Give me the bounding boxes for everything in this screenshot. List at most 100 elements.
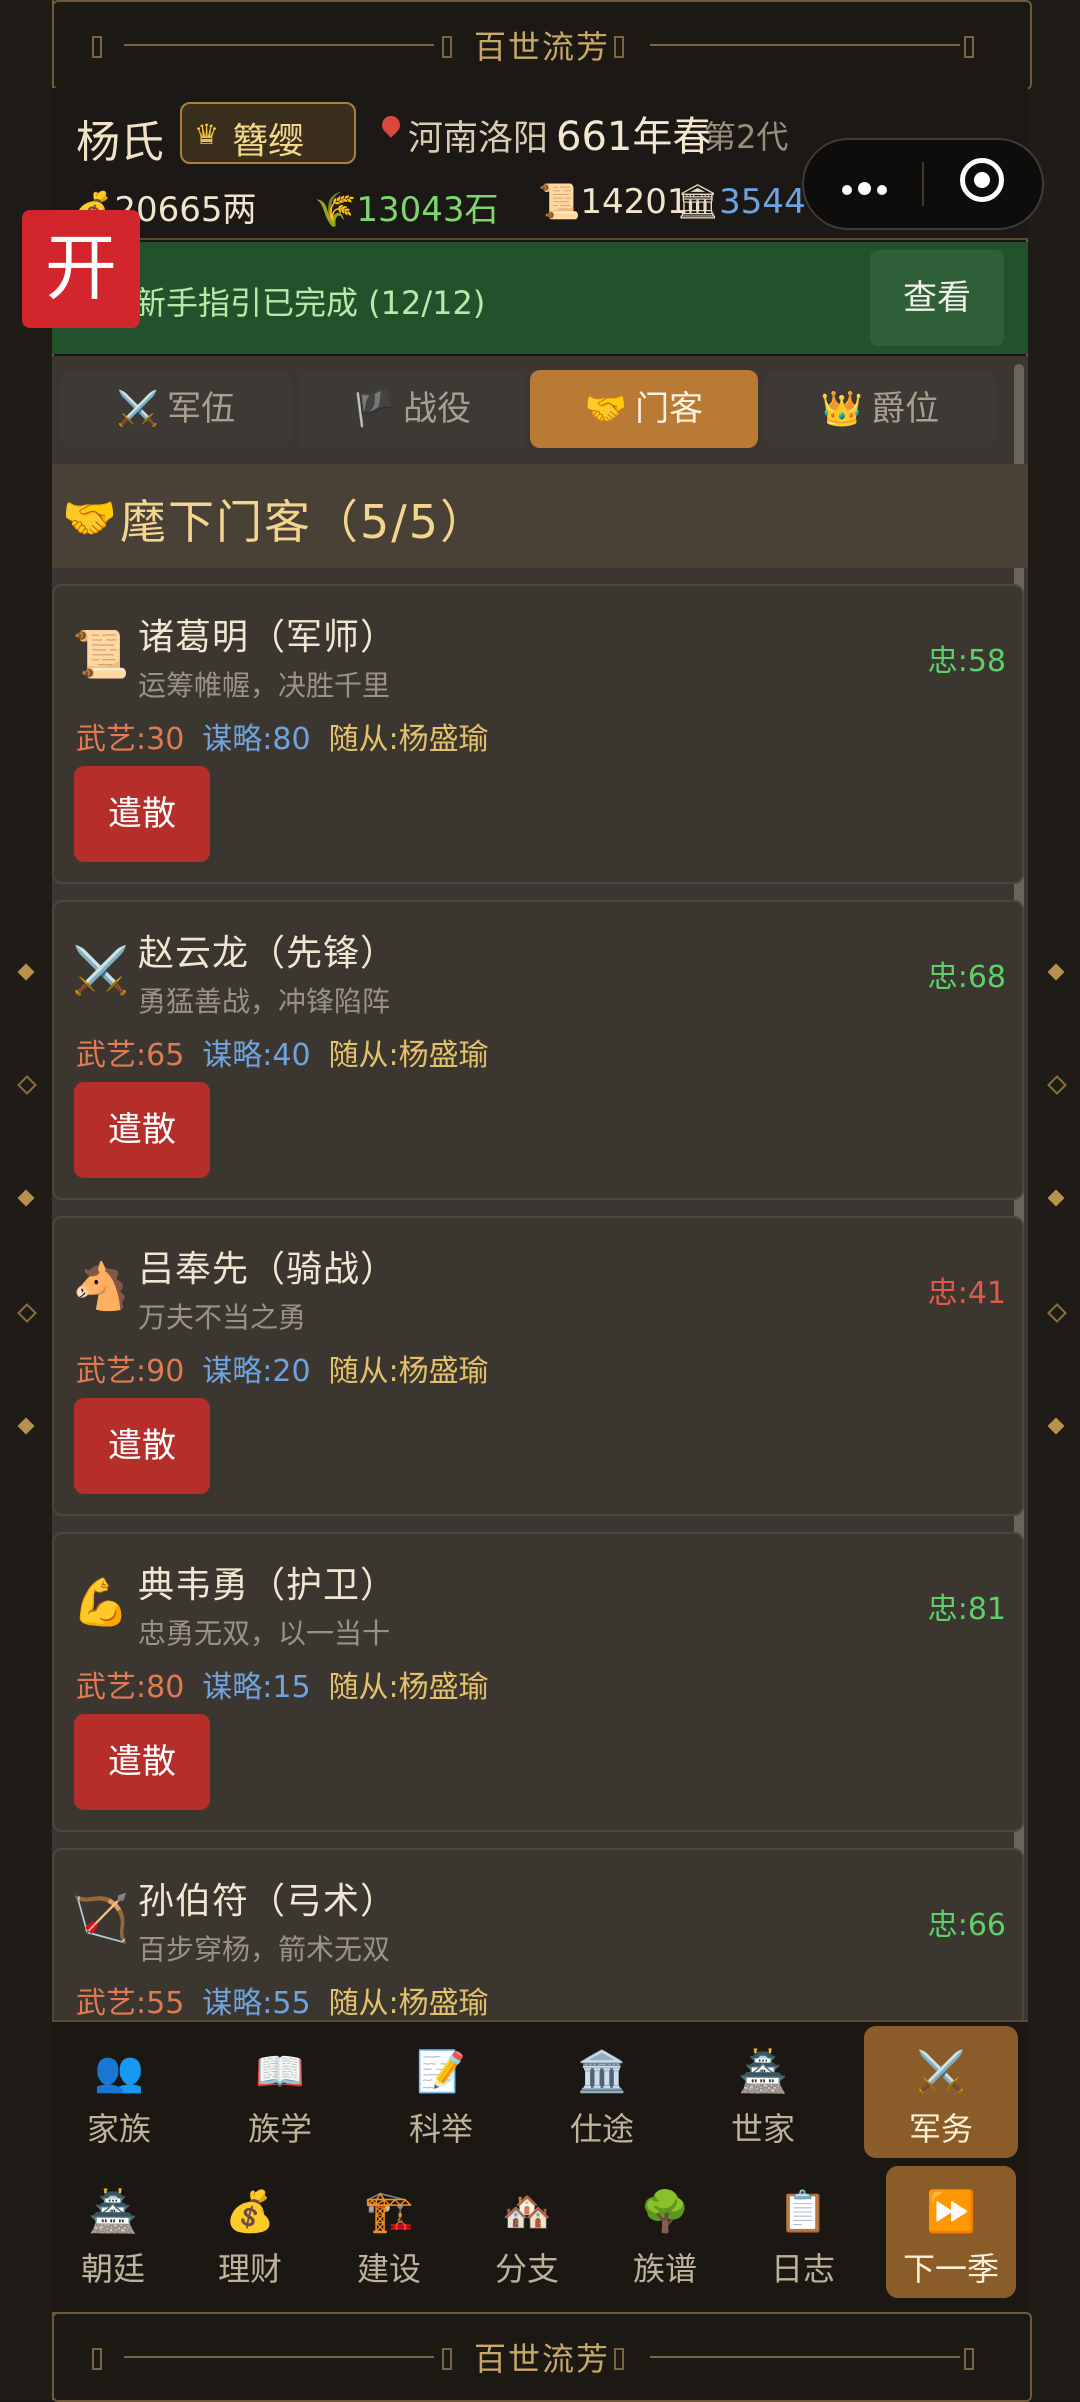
dismiss-button[interactable]: 遣散 [74, 1398, 210, 1494]
follower-stat: 随从:杨盛瑜 [328, 1038, 489, 1073]
martial-stat: 武艺:30 [76, 722, 185, 757]
nav-label: 下一季 [902, 2250, 999, 2288]
retainer-description: 运筹帷幄，决胜千里 [138, 669, 391, 702]
retainer-name: 赵云龙（先锋） [138, 933, 398, 974]
scroll-icon: 📜 [538, 182, 581, 222]
tab-titles[interactable]: 👑 爵位 [766, 370, 994, 448]
rail-diamond [17, 963, 35, 981]
rail-diamond [1047, 1417, 1065, 1435]
nav-noble-houses[interactable]: 🏯 世家 [698, 2026, 828, 2158]
crossed-swords-icon: ⚔️ [916, 2049, 966, 2095]
location-label: 河南洛阳 [408, 119, 549, 159]
nav-label: 世家 [730, 2110, 795, 2148]
next-season-button[interactable]: ⏩ 下一季 [886, 2166, 1016, 2298]
nav-officialdom[interactable]: 🏛️ 仕途 [537, 2026, 667, 2158]
right-rail [1026, 0, 1080, 2400]
classical-building-icon: 🏛️ [577, 2049, 627, 2095]
year-label: 661年春 [556, 114, 713, 160]
retainer-name: 诸葛明（军师） [138, 617, 398, 658]
nav-branches[interactable]: 🏘️ 分支 [462, 2166, 592, 2298]
bottom-navigation: 👥 家族 📖 族学 📝 科举 🏛️ 仕途 🏯 世家 ⚔️ 军务 🏯 朝廷 💰 理财 🏗️ 建设 🏘… [52, 2020, 1028, 2314]
rail-diamond [1047, 963, 1065, 981]
retainer-card: 💪 典韦勇（护卫） 忠勇无双，以一当十 忠:81 武艺:80 谋略:15 随从:杨盛… [52, 1532, 1024, 1832]
rank-badge[interactable]: ♛ 簪缨 [180, 102, 356, 164]
floating-open-button[interactable]: 开 [22, 210, 140, 328]
close-target-icon[interactable] [960, 158, 1004, 202]
nav-genealogy[interactable]: 🌳 族谱 [600, 2166, 730, 2298]
family-header: 杨氏 ♛ 簪缨 河南洛阳 661年春 第2代 💰20665两 🌾13043石 📜… [52, 88, 1044, 240]
castle-icon: 🏯 [738, 2049, 788, 2095]
nav-label: 科举 [408, 2110, 473, 2148]
nav-log[interactable]: 📋 日志 [738, 2166, 868, 2298]
tab-label: 战役 [403, 389, 472, 429]
crown-icon: 👑 [820, 389, 864, 429]
guide-status-text: 新手指引已完成 (12/12) [134, 284, 486, 322]
nav-military[interactable]: ⚔️ 军务 [864, 2026, 1018, 2158]
bottom-banner: 百世流芳 [52, 2312, 1032, 2402]
handshake-icon: 🤝 [584, 389, 628, 429]
banner-cap [964, 36, 974, 58]
miniprogram-capsule [802, 138, 1044, 230]
nav-finance[interactable]: 💰 理财 [185, 2166, 315, 2298]
retainer-description: 万夫不当之勇 [138, 1301, 307, 1334]
dismiss-button[interactable]: 遣散 [74, 1082, 210, 1178]
open-book-icon: 📖 [255, 2049, 305, 2095]
martial-stat: 武艺:55 [76, 1986, 185, 2021]
nav-label: 族谱 [632, 2250, 697, 2288]
nav-court[interactable]: 🏯 朝廷 [48, 2166, 178, 2298]
martial-stat: 武艺:80 [76, 1670, 185, 1705]
retainers-section-header: 🤝 麾下门客（5/5） [52, 464, 1028, 568]
banner-cap [964, 2348, 974, 2370]
grain-value: 13043石 [356, 190, 499, 230]
tab-campaign[interactable]: 🏴 战役 [298, 370, 526, 448]
prestige-resource: 🏛3544 [676, 182, 806, 222]
rail-diamond [17, 1075, 37, 1095]
rail-diamond [17, 1417, 35, 1435]
nav-label: 建设 [356, 2250, 421, 2288]
scroll-resource: 📜14201 [538, 182, 689, 222]
retainer-description: 勇猛善战，冲锋陷阵 [138, 985, 391, 1018]
retainer-card: 🏹 孙伯符（弓术） 百步穿杨，箭术无双 忠:66 武艺:55 谋略:55 随从:杨盛… [52, 1848, 1024, 2021]
rail-diamond [17, 1189, 35, 1207]
top-banner: 百世流芳 [52, 0, 1032, 90]
crown-icon: ♛ [194, 118, 220, 151]
retainer-name: 吕奉先（骑战） [138, 1249, 398, 1290]
scroll-value: 14201 [580, 182, 689, 222]
loyalty-value: 忠:58 [927, 644, 1006, 679]
nav-label: 理财 [217, 2250, 282, 2288]
tab-label: 爵位 [871, 389, 940, 429]
strategy-stat: 谋略:80 [202, 722, 311, 757]
nav-clan-school[interactable]: 📖 族学 [215, 2026, 345, 2158]
left-rail [0, 0, 54, 2400]
loyalty-value: 忠:41 [927, 1276, 1006, 1311]
nav-exams[interactable]: 📝 科举 [376, 2026, 506, 2158]
fast-forward-icon: ⏩ [926, 2189, 976, 2235]
grain-icon: 🌾 [314, 190, 357, 230]
retainer-description: 忠勇无双，以一当十 [138, 1617, 391, 1650]
nav-construction[interactable]: 🏗️ 建设 [324, 2166, 454, 2298]
money-bag-icon: 💰 [225, 2189, 275, 2235]
family-surname: 杨氏 [76, 117, 164, 168]
view-guide-button[interactable]: 查看 [870, 250, 1004, 346]
nav-family[interactable]: 👥 家族 [54, 2026, 184, 2158]
retainer-stats: 武艺:90 谋略:20 随从:杨盛瑜 [76, 1346, 489, 1390]
follower-stat: 随从:杨盛瑜 [328, 1354, 489, 1389]
loyalty-value: 忠:81 [927, 1592, 1006, 1627]
generation-label: 第2代 [704, 118, 789, 156]
retainer-stats: 武艺:65 谋略:40 随从:杨盛瑜 [76, 1030, 489, 1074]
tab-retainers[interactable]: 🤝 门客 [530, 370, 758, 448]
capsule-divider [922, 162, 924, 206]
horse-icon: 🐴 [72, 1259, 130, 1313]
dismiss-button[interactable]: 遣散 [74, 1714, 210, 1810]
martial-stat: 武艺:90 [76, 1354, 185, 1389]
prestige-value: 3544 [719, 182, 806, 222]
tab-army[interactable]: ⚔️ 军伍 [62, 370, 290, 448]
dismiss-button[interactable]: 遣散 [74, 766, 210, 862]
palace-icon: 🏯 [88, 2189, 138, 2235]
nav-label: 仕途 [569, 2110, 634, 2148]
flag-icon: 🏴 [352, 389, 396, 429]
retainer-stats: 武艺:30 谋略:80 随从:杨盛瑜 [76, 714, 489, 758]
follower-stat: 随从:杨盛瑜 [328, 1670, 489, 1705]
retainer-card: 📜 诸葛明（军师） 运筹帷幄，决胜千里 忠:58 武艺:30 谋略:80 随从:杨盛… [52, 584, 1024, 884]
more-menu-icon[interactable] [842, 180, 893, 199]
